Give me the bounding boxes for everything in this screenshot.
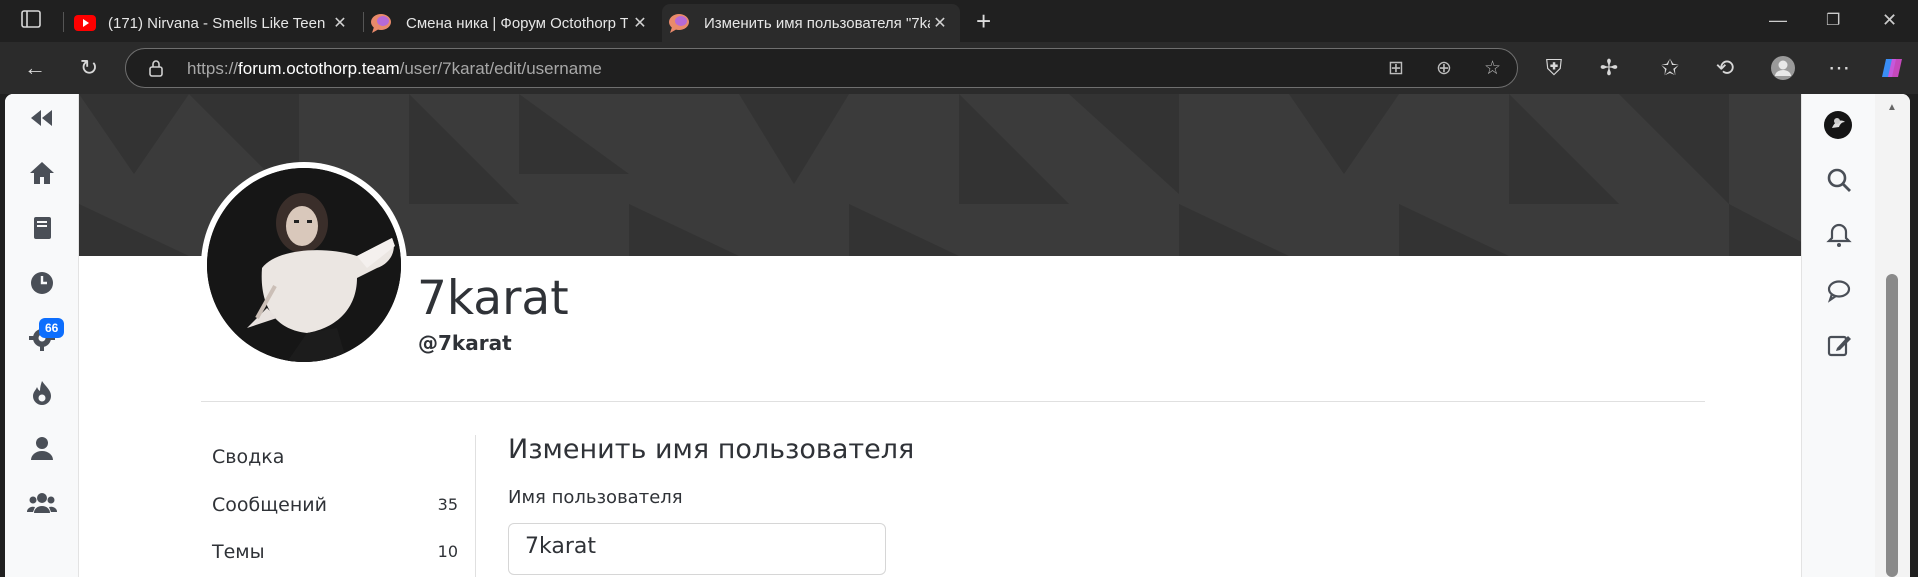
refresh-icon[interactable]: ↻ xyxy=(76,55,102,81)
notification-count-badge: 66 xyxy=(39,318,65,338)
page-heading: Изменить имя пользователя xyxy=(508,434,915,465)
home-icon[interactable] xyxy=(27,158,57,188)
notifications-bell-icon[interactable] xyxy=(1824,220,1854,250)
user-avatar-icon[interactable] xyxy=(1823,110,1853,140)
tab-youtube[interactable]: (171) Nirvana - Smells Like Teen Spirit … xyxy=(64,4,360,42)
username-label: Имя пользователя xyxy=(508,487,683,508)
topics-count: 10 xyxy=(437,542,458,561)
posts-count: 35 xyxy=(437,495,458,514)
search-icon[interactable] xyxy=(1824,165,1854,195)
page-content: 66 7karat @7karat Сводка Сообщений 35 Те… xyxy=(5,94,1910,577)
copilot-icon[interactable] xyxy=(1880,55,1906,81)
popular-fire-icon[interactable] xyxy=(27,378,57,408)
username-input[interactable]: 7karat xyxy=(508,523,886,575)
toolbar: ← ↻ https://forum.octothorp.team/user/7k… xyxy=(0,42,1918,94)
extensions-puzzle-icon[interactable]: ✢ xyxy=(1596,55,1622,81)
avatar-image xyxy=(207,168,401,362)
recent-clock-icon[interactable] xyxy=(27,268,57,298)
tab-actions-icon[interactable] xyxy=(18,8,44,34)
collapse-sidebar-icon[interactable] xyxy=(27,103,57,133)
more-options-icon[interactable]: ⋯ xyxy=(1826,55,1852,81)
chat-bubble-icon[interactable] xyxy=(1824,275,1854,305)
profile-menu-topics[interactable]: Темы xyxy=(212,541,265,563)
forum-icon xyxy=(668,13,692,33)
back-icon[interactable]: ← xyxy=(22,55,48,81)
tab-title: Изменить имя пользователя "7karat" xyxy=(704,14,930,32)
scroll-up-icon[interactable]: ▲ xyxy=(1887,102,1897,113)
groups-icon[interactable] xyxy=(26,488,58,518)
forum-icon xyxy=(370,13,394,33)
url-text: https://forum.octothorp.team/user/7karat… xyxy=(187,59,602,78)
tab-strip: (171) Nirvana - Smells Like Teen Spirit … xyxy=(0,0,1918,42)
divider xyxy=(201,401,1705,402)
tab-title: Смена ника | Форум Octothorp Team xyxy=(406,14,628,32)
profile-avatar[interactable] xyxy=(201,162,407,368)
scroll-thumb[interactable] xyxy=(1886,274,1898,577)
profile-menu-posts[interactable]: Сообщений xyxy=(212,494,327,516)
tab-forum-nick[interactable]: Смена ника | Форум Octothorp Team ✕ xyxy=(364,4,660,42)
favorites-icon[interactable]: ✩ xyxy=(1657,55,1683,81)
right-sidebar xyxy=(1801,94,1875,577)
profile-display-name: 7karat xyxy=(417,271,569,326)
profile-avatar-icon[interactable] xyxy=(1770,55,1796,81)
youtube-icon xyxy=(74,15,98,31)
tab-edit-username[interactable]: Изменить имя пользователя "7karat" ✕ xyxy=(662,4,960,42)
tab-title: (171) Nirvana - Smells Like Teen Spirit xyxy=(108,14,330,32)
lock-icon[interactable] xyxy=(148,59,164,82)
extension-shield-icon[interactable]: ⛨ xyxy=(1541,55,1567,81)
address-bar[interactable]: https://forum.octothorp.team/user/7karat… xyxy=(125,48,1518,88)
history-icon[interactable]: ⟲ xyxy=(1712,55,1738,81)
menu-divider xyxy=(475,435,476,577)
left-sidebar: 66 xyxy=(5,94,79,577)
zoom-icon[interactable]: ⊕ xyxy=(1436,57,1452,80)
minimize-icon[interactable]: — xyxy=(1769,10,1787,31)
close-window-icon[interactable]: ✕ xyxy=(1882,10,1897,31)
profile-handle: @7karat xyxy=(418,331,512,355)
close-tab-icon[interactable]: ✕ xyxy=(330,13,350,33)
app-available-icon[interactable]: ⊞ xyxy=(1388,57,1404,80)
users-person-icon[interactable] xyxy=(27,433,57,463)
close-tab-icon[interactable]: ✕ xyxy=(630,13,650,33)
profile-menu-summary[interactable]: Сводка xyxy=(212,446,284,468)
compose-edit-icon[interactable] xyxy=(1824,330,1854,360)
categories-book-icon[interactable] xyxy=(27,213,57,243)
restore-icon[interactable]: ❐ xyxy=(1826,10,1840,30)
close-tab-icon[interactable]: ✕ xyxy=(930,13,950,33)
new-tab-icon[interactable]: + xyxy=(976,8,991,34)
favorite-star-icon[interactable]: ☆ xyxy=(1484,57,1501,80)
scrollbar[interactable]: ▲ xyxy=(1875,94,1910,577)
